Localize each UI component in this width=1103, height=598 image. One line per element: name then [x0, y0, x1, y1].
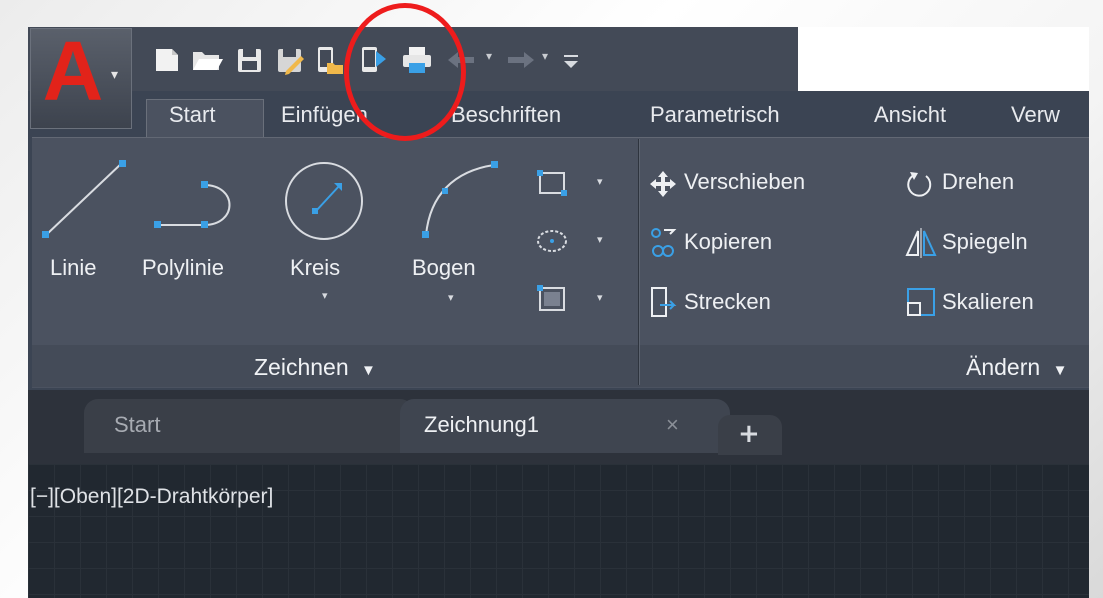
- autocad-logo-icon: A: [42, 27, 104, 118]
- file-tab-start-label: Start: [114, 412, 161, 437]
- new-icon[interactable]: [152, 43, 182, 77]
- open-icon[interactable]: [190, 43, 224, 77]
- new-tab-button[interactable]: +: [718, 415, 782, 455]
- polyline-icon[interactable]: [146, 155, 246, 241]
- arc-icon[interactable]: [408, 155, 508, 245]
- undo-dropdown-icon[interactable]: ▾: [486, 49, 492, 63]
- rectangle-icon[interactable]: [534, 167, 570, 199]
- draw-panel-title-text: Zeichnen: [254, 354, 349, 380]
- tool-label-verschieben[interactable]: Verschieben: [684, 169, 805, 195]
- move-icon[interactable]: [648, 169, 678, 199]
- ellipse-icon[interactable]: [534, 225, 570, 257]
- panel-footer: [32, 345, 1089, 387]
- chevron-down-icon: ▼: [361, 362, 376, 379]
- file-tab-start[interactable]: Start: [84, 399, 414, 453]
- copy-icon[interactable]: [648, 227, 678, 259]
- chevron-down-icon: ▾: [111, 67, 119, 83]
- close-icon[interactable]: ×: [666, 399, 679, 451]
- draw-panel-title[interactable]: Zeichnen ▼: [254, 351, 376, 383]
- tab-parametrisch[interactable]: Parametrisch: [650, 99, 780, 133]
- rotate-icon[interactable]: [904, 169, 934, 199]
- save-icon[interactable]: [234, 43, 264, 77]
- tool-label-strecken[interactable]: Strecken: [684, 289, 771, 315]
- title-area: [798, 27, 1089, 91]
- bogen-dropdown-icon[interactable]: ▾: [448, 291, 454, 304]
- tool-label-kopieren[interactable]: Kopieren: [684, 229, 772, 255]
- tool-label-skalieren[interactable]: Skalieren: [942, 289, 1034, 315]
- panel-divider-highlight: [639, 139, 640, 385]
- application-menu-button[interactable]: A ▾: [30, 28, 132, 129]
- chevron-down-icon: ▼: [1052, 362, 1068, 379]
- tool-label-drehen[interactable]: Drehen: [942, 169, 1014, 195]
- kreis-dropdown-icon[interactable]: ▾: [322, 289, 328, 302]
- tab-verwalten[interactable]: Verw: [1011, 99, 1060, 133]
- viewport-controls[interactable]: [−][Oben][2D-Drahtkörper]: [30, 485, 273, 509]
- plus-icon: +: [738, 419, 760, 449]
- tool-label-polylinie[interactable]: Polylinie: [142, 255, 224, 281]
- tab-start[interactable]: Start: [169, 99, 215, 133]
- highlight-circle: [344, 3, 466, 141]
- ellipse-dropdown-icon[interactable]: ▾: [597, 233, 603, 246]
- tool-label-linie[interactable]: Linie: [50, 255, 96, 281]
- tool-label-kreis[interactable]: Kreis: [290, 255, 340, 281]
- tool-label-bogen[interactable]: Bogen: [412, 255, 476, 281]
- modify-panel-title-text: Ändern: [966, 354, 1041, 380]
- hatch-icon[interactable]: [534, 283, 570, 315]
- line-icon[interactable]: [38, 155, 130, 241]
- modify-panel-title[interactable]: Ändern ▼: [966, 351, 1067, 383]
- tab-ansicht[interactable]: Ansicht: [874, 99, 946, 133]
- autocad-window: A ▾ ▾ ▾ Start Einfügen Beschriften Param…: [28, 27, 1089, 598]
- stretch-icon[interactable]: [648, 285, 678, 319]
- redo-dropdown-icon[interactable]: ▾: [542, 49, 548, 63]
- tool-label-spiegeln[interactable]: Spiegeln: [942, 229, 1028, 255]
- file-tab-zeichnung1-label: Zeichnung1: [424, 412, 539, 437]
- save-as-icon[interactable]: [274, 43, 304, 77]
- rectangle-dropdown-icon[interactable]: ▾: [597, 175, 603, 188]
- tab-beschriften[interactable]: Beschriften: [451, 99, 561, 133]
- hatch-dropdown-icon[interactable]: ▾: [597, 291, 603, 304]
- customize-icon[interactable]: [560, 43, 582, 77]
- scale-icon[interactable]: [904, 285, 938, 319]
- circle-icon[interactable]: [276, 155, 376, 245]
- redo-icon[interactable]: [502, 43, 538, 77]
- file-tab-zeichnung1[interactable]: Zeichnung1 ×: [400, 399, 730, 453]
- open-from-web-icon[interactable]: [314, 43, 344, 77]
- mirror-icon[interactable]: [904, 227, 938, 259]
